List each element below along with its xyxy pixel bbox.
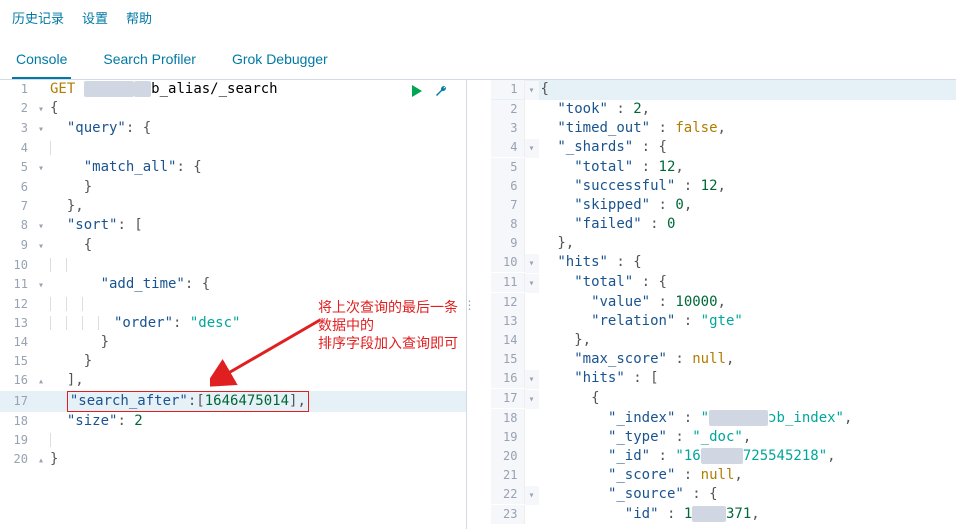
line-number: 3 — [0, 119, 34, 138]
line-number: 12 — [0, 295, 34, 314]
line-number: 9 — [491, 234, 525, 253]
fold-toggle[interactable]: ▾ — [525, 486, 539, 505]
line-number: 16 — [491, 369, 525, 388]
line-number: 14 — [0, 333, 34, 352]
line-number: 10 — [0, 256, 34, 275]
line-number: 6 — [0, 178, 34, 197]
line-number: 8 — [491, 215, 525, 234]
line-number: 15 — [0, 352, 34, 371]
fold-toggle[interactable]: ▾ — [525, 274, 539, 293]
line-number: 19 — [491, 428, 525, 447]
line-number: 13 — [491, 312, 525, 331]
line-number: 11 — [491, 273, 525, 292]
fold-toggle[interactable]: ▾ — [525, 139, 539, 158]
fold-toggle[interactable]: ▾ — [34, 237, 48, 256]
line-number: 13 — [0, 314, 34, 333]
fold-toggle[interactable]: ▾ — [34, 120, 48, 139]
line-number: 10 — [491, 253, 525, 272]
request-editor[interactable]: 1GET xxxxxxxxb_alias/_search2▾{3▾ "query… — [0, 80, 466, 470]
run-icon[interactable] — [410, 84, 424, 101]
tab-grok-debugger[interactable]: Grok Debugger — [228, 41, 332, 79]
menu-help[interactable]: 帮助 — [126, 8, 152, 27]
tab-search-profiler[interactable]: Search Profiler — [99, 41, 200, 79]
line-number: 4 — [491, 138, 525, 157]
fold-toggle[interactable]: ▾ — [525, 254, 539, 273]
line-number: 5 — [0, 158, 34, 177]
line-number: 7 — [0, 197, 34, 216]
line-number: 5 — [491, 158, 525, 177]
fold-toggle[interactable]: ▾ — [34, 217, 48, 236]
fold-toggle[interactable]: ▴ — [34, 372, 48, 391]
line-number: 18 — [491, 409, 525, 428]
line-number: 17 — [0, 392, 34, 411]
fold-toggle[interactable]: ▾ — [34, 100, 48, 119]
line-number: 20 — [491, 447, 525, 466]
line-number: 17 — [491, 389, 525, 408]
line-number: 2 — [491, 100, 525, 119]
line-number: 3 — [491, 119, 525, 138]
line-number: 18 — [0, 412, 34, 431]
line-number: 16 — [0, 371, 34, 390]
tab-console[interactable]: Console — [12, 41, 71, 79]
line-number: 9 — [0, 236, 34, 255]
response-viewer: 1▾{2 "took" : 2,3 "timed_out" : false,4▾… — [491, 80, 956, 524]
fold-toggle[interactable]: ▴ — [34, 451, 48, 470]
pane-splitter[interactable]: ⋮ — [467, 80, 473, 529]
menu-history[interactable]: 历史记录 — [12, 8, 64, 27]
menu-settings[interactable]: 设置 — [82, 8, 108, 27]
line-number: 22 — [491, 485, 525, 504]
fold-toggle[interactable]: ▾ — [34, 276, 48, 295]
line-number: 6 — [491, 177, 525, 196]
fold-toggle[interactable]: ▾ — [525, 390, 539, 409]
line-number: 15 — [491, 350, 525, 369]
line-number: 21 — [491, 466, 525, 485]
line-number: 2 — [0, 99, 34, 118]
line-number: 12 — [491, 293, 525, 312]
line-number: 19 — [0, 431, 34, 450]
wrench-icon[interactable] — [434, 84, 448, 101]
fold-toggle[interactable]: ▾ — [525, 370, 539, 389]
line-number: 11 — [0, 275, 34, 294]
line-number: 4 — [0, 139, 34, 158]
line-number: 20 — [0, 450, 34, 469]
line-number: 1 — [491, 80, 525, 99]
fold-toggle[interactable]: ▾ — [525, 81, 539, 100]
line-number: 23 — [491, 505, 525, 524]
line-number: 8 — [0, 216, 34, 235]
line-number: 7 — [491, 196, 525, 215]
fold-toggle[interactable]: ▾ — [34, 159, 48, 178]
line-number: 14 — [491, 331, 525, 350]
line-number: 1 — [0, 80, 34, 99]
